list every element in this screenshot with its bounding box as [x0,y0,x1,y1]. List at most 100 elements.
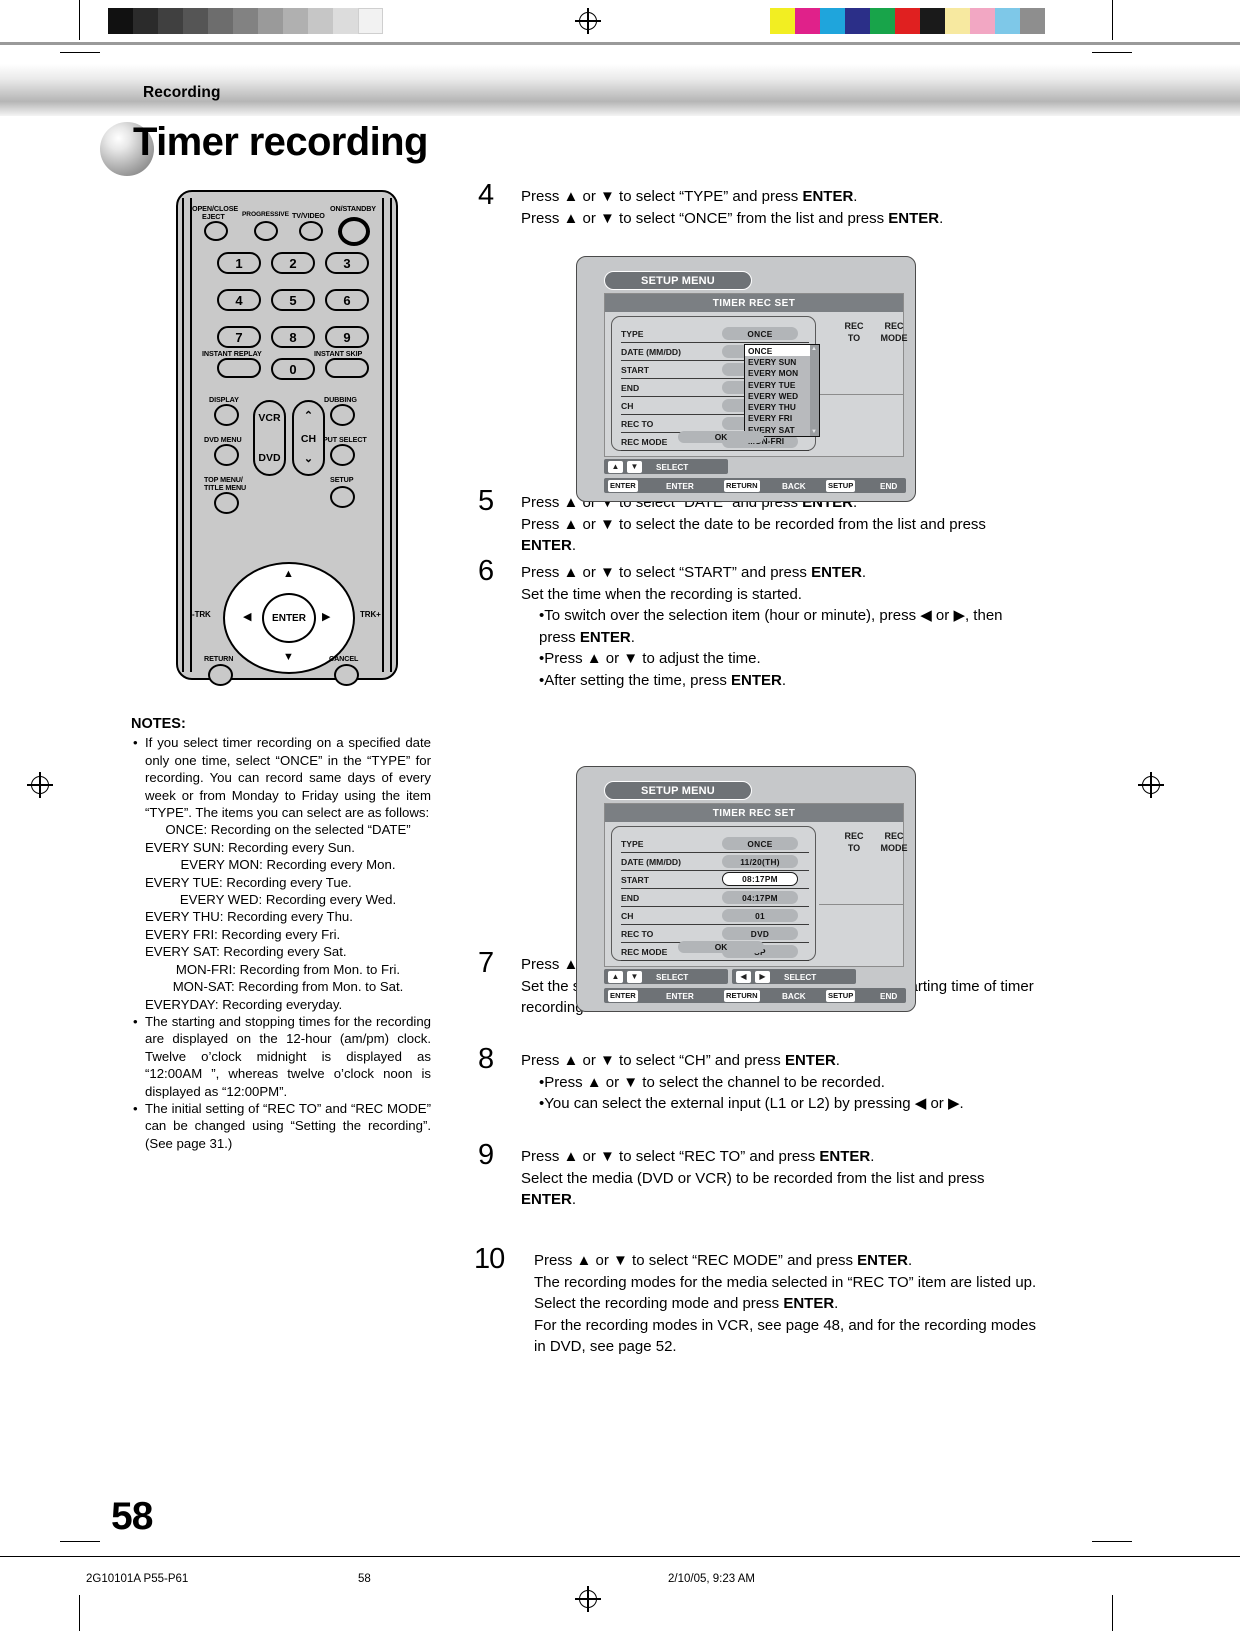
dpad-right-icon[interactable]: ▶ [322,610,330,623]
osd2-field-type-label: TYPE [621,838,644,849]
osd2-left-arrow-key[interactable]: ◀ [736,970,751,983]
scroll-up-icon[interactable]: ▲ [811,346,817,352]
osd2-setup-key[interactable]: SETUP [826,989,856,1002]
note-subline-sat: EVERY SAT: Recording every Sat. [145,944,347,960]
remote-label-display: DISPLAY [209,395,239,404]
instant-skip-button[interactable] [325,358,369,378]
grayscale-calibration-strip [108,8,383,34]
note-subline-sun: EVERY SUN: Recording every Sun. [145,839,355,855]
osd2-down-arrow-key[interactable]: ▼ [627,970,642,983]
power-button[interactable] [338,217,370,246]
eject-button[interactable] [204,221,228,241]
dropdown-option-every-tue[interactable]: EVERY TUE [745,379,819,390]
channel-up-icon[interactable]: ⌃ [294,409,323,422]
number-key-3[interactable]: 3 [325,252,369,274]
osd1-ok-button[interactable]: OK [678,431,764,443]
osd2-type-value[interactable]: ONCE [722,837,798,850]
progressive-button[interactable] [254,221,278,241]
number-key-4[interactable]: 4 [217,289,261,311]
osd2-end-value[interactable]: 04:17PM [722,891,798,904]
remote-label-trk-plus: TRK+ [360,610,381,619]
step-8-line-1: Press ▲ or ▼ to select “CH” and press EN… [521,1052,840,1069]
osd1-type-value[interactable]: ONCE [722,327,798,340]
step-6-line-1: Press ▲ or ▼ to select “START” and press… [521,564,867,581]
osd2-rec-to-value[interactable]: DVD [722,927,798,940]
channel-down-icon[interactable]: ⌄ [294,452,323,465]
registration-mark-right [1138,772,1164,798]
input-select-button[interactable] [330,444,355,466]
osd1-down-arrow-key[interactable]: ▼ [627,460,642,473]
instant-replay-button[interactable] [217,358,261,378]
display-button[interactable] [214,404,239,426]
osd1-setup-key[interactable]: SETUP [826,479,856,492]
step-9-line-2: Select the media (DVD or VCR) to be reco… [521,1169,985,1209]
note-subline-once: ONCE: Recording on the selected “DATE” [165,822,411,838]
dropdown-scrollbar[interactable]: ▲ ▼ [810,345,819,436]
dropdown-option-once[interactable]: ONCE [745,345,819,357]
dropdown-option-every-fri[interactable]: EVERY FRI [745,413,819,424]
remote-label-tv-video: TV/VIDEO [292,211,325,220]
dropdown-option-every-wed[interactable]: EVERY WED [745,390,819,401]
type-dropdown-list[interactable]: ▲ ▼ ONCE EVERY SUN EVERY MON EVERY TUE E… [744,344,820,446]
tv-video-button[interactable] [299,221,323,241]
osd2-select-label-lr: SELECT [784,973,817,982]
number-key-2[interactable]: 2 [271,252,315,274]
osd2-ch-value[interactable]: 01 [722,909,798,922]
vcr-dvd-selector[interactable]: VCR DVD [253,400,286,476]
osd2-ok-button[interactable]: OK [678,941,764,953]
dropdown-option-every-thu[interactable]: EVERY THU [745,401,819,412]
dropdown-option-every-mon[interactable]: EVERY MON [745,368,819,379]
number-key-6[interactable]: 6 [325,289,369,311]
osd1-field-date-label: DATE (MM/DD) [621,346,681,357]
enter-button[interactable]: ENTER [262,593,316,643]
osd1-rec-mode-label-line1: REC [884,321,904,331]
step-10-line-3: Select the recording mode and press ENTE… [534,1295,839,1312]
footer-document-id: 2G10101A P55-P61 [86,1573,189,1585]
dubbing-button[interactable] [330,404,355,426]
channel-label: CH [300,433,317,445]
osd2-rec-to-label-line1: REC [844,831,864,841]
trim-line-right-bottom [1112,1595,1113,1631]
osd1-field-start-label: START [621,364,650,375]
osd1-up-arrow-key[interactable]: ▲ [608,460,623,473]
osd2-return-key[interactable]: RETURN [724,989,760,1002]
osd1-return-key[interactable]: RETURN [724,479,760,492]
dpad-left-icon[interactable]: ◀ [243,610,251,623]
note-bullet-3: • [133,1100,138,1116]
number-key-0[interactable]: 0 [271,358,315,380]
channel-rocker[interactable]: ⌃ CH ⌄ [292,400,325,476]
dpad-up-icon[interactable]: ▲ [283,568,294,580]
registration-mark-left [27,772,53,798]
osd1-enter-key[interactable]: ENTER [608,479,638,492]
osd2-start-value[interactable]: 08:17PM [722,872,798,886]
trim-line-left-bottom [79,1595,80,1631]
number-key-7[interactable]: 7 [217,326,261,348]
notes-heading: NOTES: [131,716,186,732]
number-key-8[interactable]: 8 [271,326,315,348]
number-key-9[interactable]: 9 [325,326,369,348]
osd2-enter-key[interactable]: ENTER [608,989,638,1002]
osd2-date-value[interactable]: 11/20(TH) [722,855,798,868]
dvd-menu-button[interactable] [214,444,239,466]
dropdown-option-every-sun[interactable]: EVERY SUN [745,356,819,367]
note-subline-mon-sat: MON-SAT: Recording from Mon. to Sat. [172,979,404,995]
top-menu-button[interactable] [214,492,239,514]
number-key-5[interactable]: 5 [271,289,315,311]
setup-button[interactable] [330,486,355,508]
scroll-down-icon[interactable]: ▼ [811,429,817,435]
number-key-1[interactable]: 1 [217,252,261,274]
osd1-field-rec-to-label: REC TO [621,418,654,429]
osd2-right-arrow-key[interactable]: ▶ [755,970,770,983]
note-subline-tue: EVERY TUE: Recording every Tue. [145,874,352,890]
notes-block: NOTES: • If you select timer recording o… [131,716,431,1152]
step-5: 5 Press ▲ or ▼ to select “DATE” and pres… [478,485,1038,562]
osd2-guide-row-2: ENTER ENTER RETURN BACK SETUP END [604,988,906,1005]
trim-line-left [79,0,80,40]
cancel-button[interactable] [334,664,359,686]
osd1-rec-mode-label: REC MODE [873,320,915,344]
step-7-number: 7 [478,947,495,979]
dpad-down-icon[interactable]: ▼ [283,651,294,663]
return-button[interactable] [208,664,233,686]
osd2-up-arrow-key[interactable]: ▲ [608,970,623,983]
trim-line-top-left [60,52,100,53]
